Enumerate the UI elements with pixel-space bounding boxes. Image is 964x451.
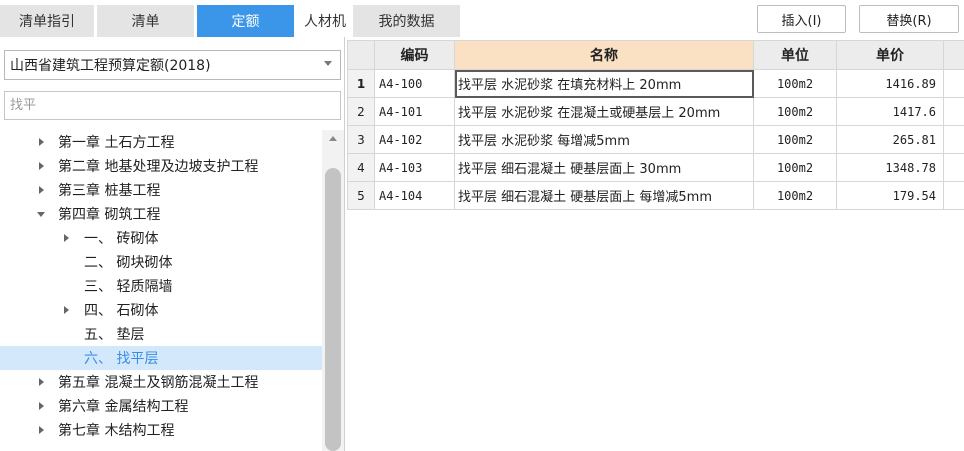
tree-item-stone-masonry[interactable]: 四、 石砌体 [0, 298, 322, 322]
cell-name[interactable]: 找平层 细石混凝土 硬基层面上 每增减5mm [454, 181, 754, 210]
row-number-header [347, 40, 375, 70]
scrollbar-thumb[interactable] [325, 168, 341, 451]
tree-item-chapter-3[interactable]: 第三章 桩基工程 [0, 178, 322, 202]
tab-labor-material-machine[interactable]: 人材机 [297, 5, 353, 37]
tree-item-label: 六、 找平层 [84, 351, 159, 367]
tree-item-label: 五、 垫层 [84, 327, 145, 343]
cell-filler [943, 181, 964, 210]
row-number: 2 [347, 97, 375, 126]
table-row[interactable]: 5 A4-104 找平层 细石混凝土 硬基层面上 每增减5mm 100m2 17… [347, 181, 964, 210]
tree-item-label: 第三章 桩基工程 [58, 183, 161, 199]
cell-code[interactable]: A4-102 [374, 125, 455, 154]
search-input[interactable] [4, 91, 341, 120]
collapse-arrow-icon[interactable] [37, 212, 45, 217]
tree-scrollbar[interactable] [322, 130, 344, 451]
tree-item-label: 第六章 金属结构工程 [58, 399, 189, 415]
cell-name[interactable]: 找平层 水泥砂浆 每增减5mm [454, 125, 754, 154]
cell-unit[interactable]: 100m2 [753, 125, 837, 154]
cell-filler [943, 97, 964, 126]
quota-standard-select[interactable]: 山西省建筑工程预算定额(2018) [4, 50, 341, 80]
expand-arrow-icon[interactable] [39, 186, 44, 194]
table-row[interactable]: 2 A4-101 找平层 水泥砂浆 在混凝土或硬基层上 20mm 100m2 1… [347, 97, 964, 126]
cell-name[interactable]: 找平层 细石混凝土 硬基层面上 30mm [454, 153, 754, 182]
row-number: 1 [347, 69, 375, 98]
tab-bill-guide[interactable]: 清单指引 [0, 5, 94, 37]
tree-item-chapter-7[interactable]: 第七章 木结构工程 [0, 418, 322, 442]
tree-item-label: 第五章 混凝土及钢筋混凝土工程 [58, 375, 259, 391]
cell-filler [943, 69, 964, 98]
tree-item-label: 三、 轻质隔墙 [84, 279, 173, 295]
cell-price[interactable]: 1348.78 [836, 153, 944, 182]
tree-item-chapter-2[interactable]: 第二章 地基处理及边坡支护工程 [0, 154, 322, 178]
tab-quota[interactable]: 定额 [197, 5, 294, 37]
row-number: 4 [347, 153, 375, 182]
chapter-tree: 第一章 土石方工程 第二章 地基处理及边坡支护工程 第三章 桩基工程 第四章 砌… [0, 130, 322, 451]
insert-button[interactable]: 插入(I) [757, 5, 846, 33]
column-header-filler [943, 40, 964, 70]
row-number: 3 [347, 125, 375, 154]
tree-item-label: 第二章 地基处理及边坡支护工程 [58, 159, 259, 175]
tree-item-light-partition[interactable]: 三、 轻质隔墙 [0, 274, 322, 298]
quota-table: 编码 名称 单位 单价 1 A4-100 找平层 水泥砂浆 在填充材料上 20m… [347, 40, 964, 210]
expand-arrow-icon[interactable] [64, 306, 69, 314]
cell-price[interactable]: 265.81 [836, 125, 944, 154]
expand-arrow-icon[interactable] [39, 402, 44, 410]
left-panel: 山西省建筑工程预算定额(2018) 第一章 土石方工程 第二章 地基处理及边坡支… [0, 37, 345, 451]
row-number: 5 [347, 181, 375, 210]
tab-my-data[interactable]: 我的数据 [353, 5, 460, 37]
top-tab-bar: 清单指引 清单 定额 人材机 我的数据 插入(I) 替换(R) [0, 0, 964, 37]
cell-code[interactable]: A4-100 [374, 69, 455, 98]
cell-filler [943, 125, 964, 154]
tab-bill[interactable]: 清单 [97, 5, 194, 37]
cell-price[interactable]: 1417.6 [836, 97, 944, 126]
cell-name[interactable]: 找平层 水泥砂浆 在填充材料上 20mm [454, 69, 754, 98]
table-row[interactable]: 4 A4-103 找平层 细石混凝土 硬基层面上 30mm 100m2 1348… [347, 153, 964, 182]
cell-price[interactable]: 179.54 [836, 181, 944, 210]
cell-unit[interactable]: 100m2 [753, 181, 837, 210]
cell-code[interactable]: A4-104 [374, 181, 455, 210]
cell-code[interactable]: A4-103 [374, 153, 455, 182]
table-row[interactable]: 1 A4-100 找平层 水泥砂浆 在填充材料上 20mm 100m2 1416… [347, 69, 964, 98]
cell-unit[interactable]: 100m2 [753, 69, 837, 98]
tree-item-label: 一、 砖砌体 [84, 231, 159, 247]
tree-item-label: 第七章 木结构工程 [58, 423, 175, 439]
expand-arrow-icon[interactable] [39, 138, 44, 146]
expand-arrow-icon[interactable] [39, 426, 44, 434]
tree-item-brick-masonry[interactable]: 一、 砖砌体 [0, 226, 322, 250]
column-header-price[interactable]: 单价 [836, 40, 944, 70]
table-row[interactable]: 3 A4-102 找平层 水泥砂浆 每增减5mm 100m2 265.81 [347, 125, 964, 154]
tree-item-label: 二、 砌块砌体 [84, 255, 173, 271]
scroll-up-arrow-icon[interactable] [329, 136, 337, 141]
replace-button[interactable]: 替换(R) [859, 5, 959, 33]
column-header-unit[interactable]: 单位 [753, 40, 837, 70]
tree-item-chapter-5[interactable]: 第五章 混凝土及钢筋混凝土工程 [0, 370, 322, 394]
tree-item-label: 第一章 土石方工程 [58, 135, 175, 151]
tree-item-leveling-layer[interactable]: 六、 找平层 [0, 346, 322, 370]
tree-item-block-masonry[interactable]: 二、 砌块砌体 [0, 250, 322, 274]
tree-item-label: 第四章 砌筑工程 [58, 207, 161, 223]
table-header-row: 编码 名称 单位 单价 [347, 40, 964, 70]
cell-filler [943, 153, 964, 182]
column-header-name[interactable]: 名称 [454, 40, 754, 70]
chevron-down-icon [324, 61, 332, 66]
cell-unit[interactable]: 100m2 [753, 153, 837, 182]
expand-arrow-icon[interactable] [64, 234, 69, 242]
expand-arrow-icon[interactable] [39, 162, 44, 170]
cell-unit[interactable]: 100m2 [753, 97, 837, 126]
tree-item-chapter-4[interactable]: 第四章 砌筑工程 [0, 202, 322, 226]
tree-item-chapter-6[interactable]: 第六章 金属结构工程 [0, 394, 322, 418]
tree-item-chapter-1[interactable]: 第一章 土石方工程 [0, 130, 322, 154]
cell-code[interactable]: A4-101 [374, 97, 455, 126]
quota-standard-value: 山西省建筑工程预算定额(2018) [10, 58, 211, 74]
tree-item-label: 四、 石砌体 [84, 303, 159, 319]
tab-strip: 清单指引 清单 定额 人材机 我的数据 [0, 5, 463, 37]
cell-name[interactable]: 找平层 水泥砂浆 在混凝土或硬基层上 20mm [454, 97, 754, 126]
column-header-code[interactable]: 编码 [374, 40, 455, 70]
expand-arrow-icon[interactable] [39, 378, 44, 386]
cell-price[interactable]: 1416.89 [836, 69, 944, 98]
tree-item-cushion[interactable]: 五、 垫层 [0, 322, 322, 346]
